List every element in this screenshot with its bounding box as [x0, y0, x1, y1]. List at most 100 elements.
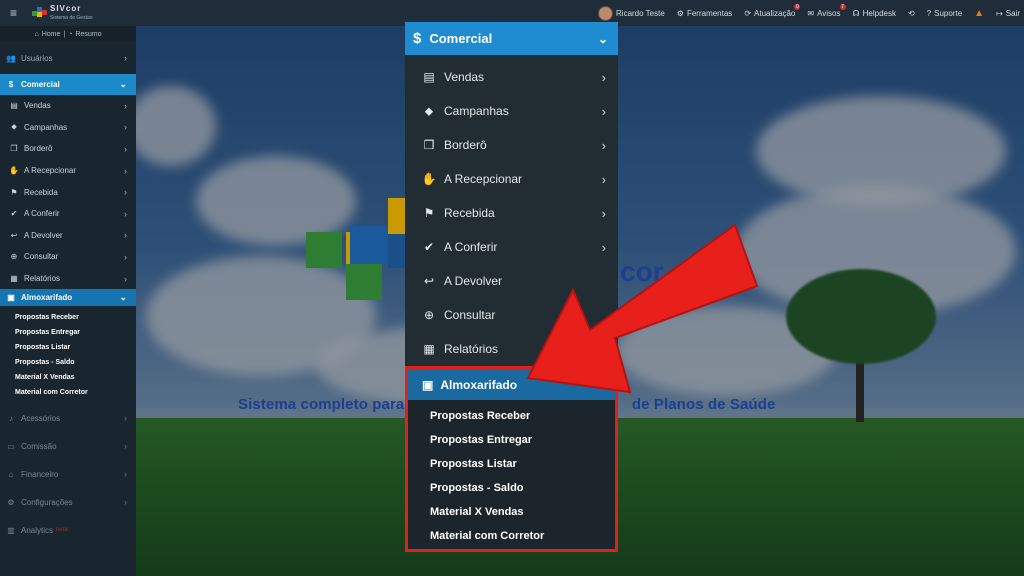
sidebar-almox-item[interactable]: Material X Vendas	[0, 370, 136, 385]
comercial-menu-zoom: $ Comercial ⌄ ▤ Vendas › ⬥ Campanhas › ❐ Border…	[405, 22, 618, 552]
menu-item-label: A Devolver	[444, 274, 503, 288]
sidebar-item-a-devolver[interactable]: ↩ A Devolver ›	[0, 225, 136, 247]
chevron-right-icon: ›	[124, 230, 127, 241]
sidebar-item-acess-rios[interactable]: ♪ Acessórios ›	[0, 404, 136, 432]
sidebar-item-label: Usuários	[21, 53, 53, 63]
sidebar-item-financeiro[interactable]: ⌂ Financeiro ›	[0, 460, 136, 488]
tag-icon: ⬥	[11, 122, 17, 132]
chevron-right-icon: ›	[124, 208, 127, 219]
warning-icon[interactable]: ▲	[974, 8, 984, 19]
sidebar-item-comiss-o[interactable]: ▭ Comissão ›	[0, 432, 136, 460]
menu-almox-item[interactable]: Propostas Listar	[408, 452, 615, 476]
sidebar-almox-item[interactable]: Material com Corretor	[0, 385, 136, 400]
menu-item-campanhas[interactable]: ⬥ Campanhas ›	[405, 94, 618, 128]
sidebar: ⌂ Home | ◔ Resumo 👥 Usuários › $ Comerci…	[0, 26, 136, 576]
sidebar-almox-item[interactable]: Propostas Entregar	[0, 325, 136, 340]
avisos-button[interactable]: ✉ Avisos 7	[807, 3, 846, 18]
chevron-right-icon: ›	[601, 205, 606, 221]
handshake-icon: ✋	[421, 172, 437, 186]
sidebar-item-analytics[interactable]: ▥ Analytics beta	[0, 516, 136, 544]
suporte-button[interactable]: ? Suporte	[927, 9, 962, 18]
sidebar-item-consultar[interactable]: ⊕ Consultar ›	[0, 246, 136, 268]
sair-button[interactable]: ↦ Sair	[996, 9, 1020, 18]
pie-chart-icon: ◔	[68, 30, 73, 38]
chevron-down-icon: ⌄	[597, 31, 608, 46]
sidebar-item-usuarios[interactable]: 👥 Usuários ›	[0, 42, 136, 74]
sidebar-item-vendas[interactable]: ▤ Vendas ›	[0, 95, 136, 117]
resumo-link[interactable]: Resumo	[75, 31, 101, 38]
atualizacao-label: Atualização	[754, 8, 796, 18]
sidebar-item-campanhas[interactable]: ⬥ Campanhas ›	[0, 117, 136, 139]
sidebar-item-a-recepcionar[interactable]: ✋ A Recepcionar ›	[0, 160, 136, 182]
sidebar-item-label: Borderô	[24, 144, 53, 154]
briefcase-icon: ▤	[423, 70, 435, 84]
chevron-right-icon: ›	[124, 187, 127, 198]
user-menu[interactable]: Ricardo Teste	[598, 5, 665, 21]
chevron-right-icon: ›	[124, 143, 127, 154]
dollar-icon: $	[8, 80, 14, 89]
chevron-right-icon: ›	[601, 69, 606, 85]
chevron-right-icon: ›	[601, 171, 606, 187]
app-logo[interactable]: SIVcor Sistema de Gestao	[32, 4, 93, 22]
sidebar-item-label: Analytics	[21, 525, 54, 535]
chevron-right-icon: ›	[124, 413, 127, 424]
sidebar-almox-item[interactable]: Propostas Receber	[0, 310, 136, 325]
sidebar-item-label: Campanhas	[24, 122, 68, 132]
menu-item-a-devolver[interactable]: ↩ A Devolver	[405, 264, 618, 298]
sidebar-item-configura-es[interactable]: ⚙ Configurações ›	[0, 488, 136, 516]
menu-item-consultar[interactable]: ⊕ Consultar	[405, 298, 618, 332]
chevron-right-icon: ›	[124, 100, 127, 111]
gears-icon: ⚙	[676, 8, 684, 18]
sidebar-item-relat-rios[interactable]: ▦ Relatórios ›	[0, 268, 136, 290]
sidebar-item-label: Configurações	[21, 497, 73, 507]
sidebar-item-comercial[interactable]: $ Comercial ⌄	[0, 74, 136, 95]
menu-almox-item[interactable]: Propostas Entregar	[408, 428, 615, 452]
gears-icon: ⚙	[7, 497, 15, 507]
menu-almox-item[interactable]: Material X Vendas	[408, 500, 615, 524]
sidebar-item-almoxarifado[interactable]: ▣ Almoxarifado ⌄	[0, 289, 136, 307]
menu-comercial-header[interactable]: $ Comercial ⌄	[405, 22, 618, 55]
sidebar-item-label: Acessórios	[21, 413, 61, 423]
bank-icon: ⌂	[8, 469, 14, 479]
check-circle-icon: ✔	[10, 209, 18, 219]
dollar-icon: $	[413, 30, 422, 47]
menu-item-label: Consultar	[444, 308, 496, 322]
menu-item-recebida[interactable]: ⚑ Recebida ›	[405, 196, 618, 230]
sidebar-item-label: A Devolver	[24, 230, 63, 240]
avisos-label: Avisos	[817, 8, 841, 18]
breadcrumb: ⌂ Home | ◔ Resumo	[0, 26, 136, 42]
return-icon: ↩	[423, 274, 435, 288]
hamburger-menu-icon[interactable]: ≡	[10, 6, 22, 20]
menu-almox-item[interactable]: Propostas - Saldo	[408, 476, 615, 500]
sync-icon[interactable]: ⟲	[908, 9, 915, 18]
sidebar-item-label: A Recepcionar	[24, 166, 77, 176]
menu-item-border-[interactable]: ❐ Borderô ›	[405, 128, 618, 162]
menu-item-a-recepcionar[interactable]: ✋ A Recepcionar ›	[405, 162, 618, 196]
bookmark-icon: ⚑	[10, 187, 18, 197]
sidebar-item-label: Consultar	[24, 252, 59, 262]
menu-item-a-conferir[interactable]: ✔ A Conferir ›	[405, 230, 618, 264]
menu-item-relat-rios[interactable]: ▦ Relatórios	[405, 332, 618, 366]
menu-almoxarifado-label: Almoxarifado	[440, 377, 518, 392]
chevron-right-icon: ›	[124, 165, 127, 176]
sidebar-almox-item[interactable]: Propostas - Saldo	[0, 355, 136, 370]
ferramentas-button[interactable]: ⚙ Ferramentas	[677, 9, 733, 18]
menu-almox-item[interactable]: Material com Corretor	[408, 524, 615, 548]
suporte-label: Suporte	[934, 8, 963, 18]
users-icon: 👥	[6, 53, 16, 63]
menu-item-vendas[interactable]: ▤ Vendas ›	[405, 60, 618, 94]
sidebar-item-border-[interactable]: ❐ Borderô ›	[0, 138, 136, 160]
helpdesk-button[interactable]: ☊ Helpdesk	[853, 9, 896, 18]
sidebar-almox-item[interactable]: Propostas Listar	[0, 340, 136, 355]
check-circle-icon: ✔	[423, 240, 435, 254]
sidebar-item-recebida[interactable]: ⚑ Recebida ›	[0, 181, 136, 203]
sidebar-item-label: Almoxarifado	[21, 293, 73, 303]
sidebar-item-a-conferir[interactable]: ✔ A Conferir ›	[0, 203, 136, 225]
user-name: Ricardo Teste	[616, 8, 665, 18]
atualizacao-button[interactable]: ⟳ Atualização 0	[744, 3, 801, 18]
breadcrumb-separator: |	[63, 30, 66, 38]
home-link[interactable]: Home	[42, 31, 61, 38]
binoculars-icon: ⊕	[423, 308, 435, 322]
menu-almox-item[interactable]: Propostas Receber	[408, 404, 615, 428]
menu-almoxarifado-header[interactable]: ▣ Almoxarifado	[408, 369, 615, 400]
